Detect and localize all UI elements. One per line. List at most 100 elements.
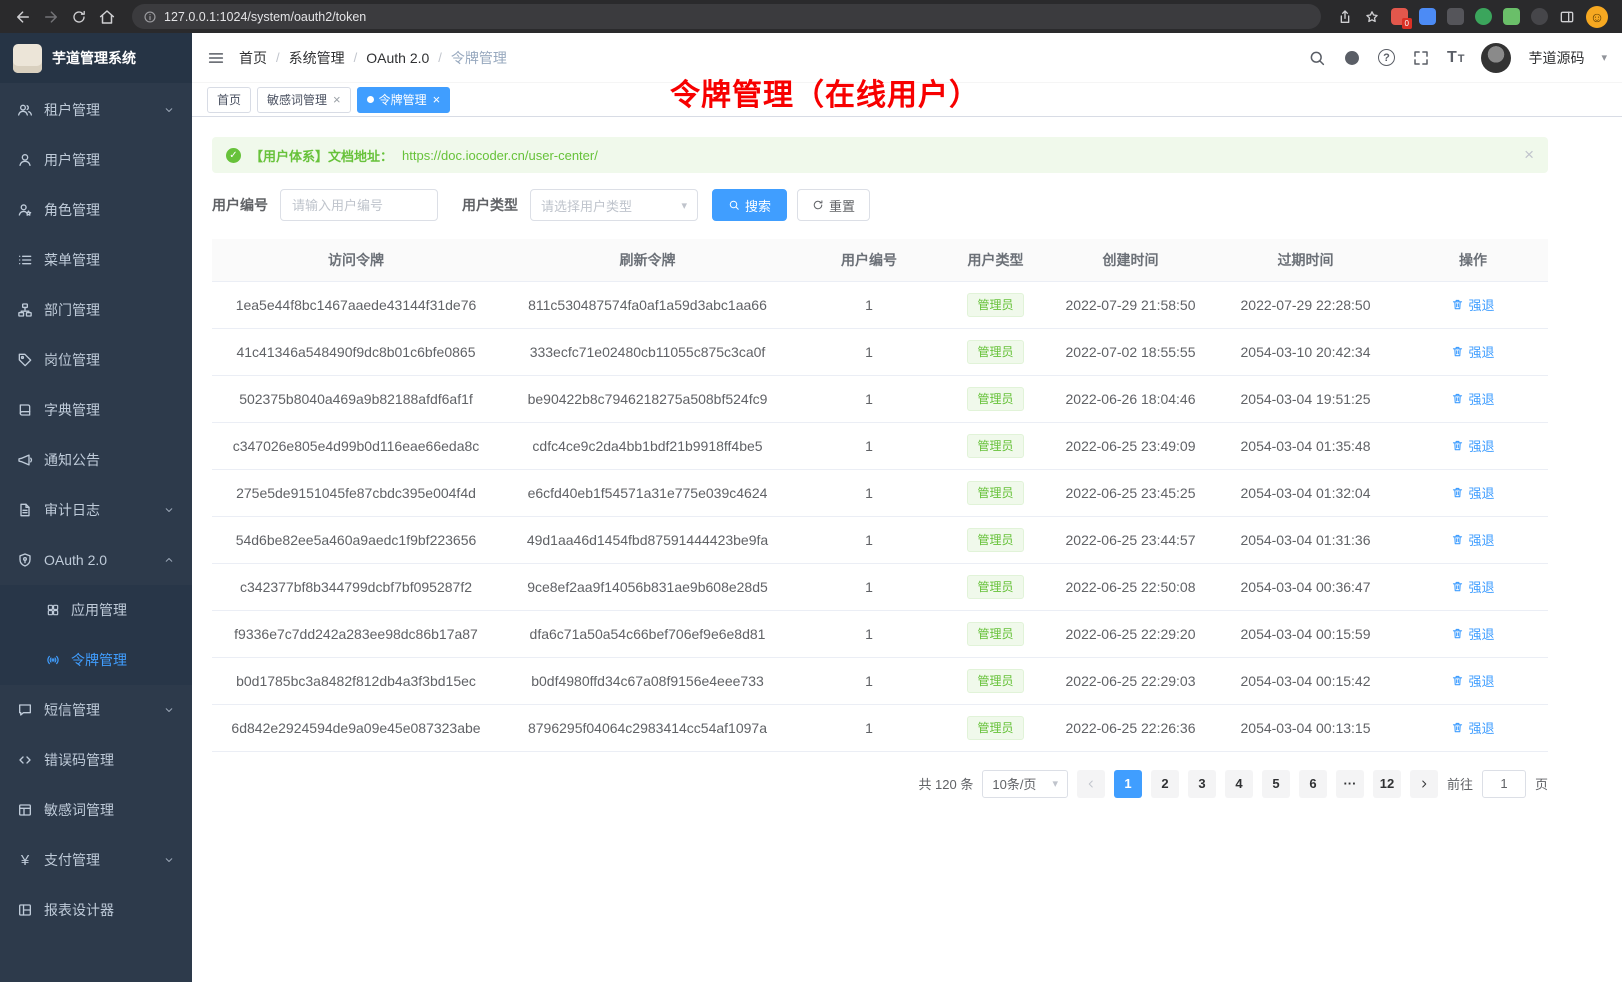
extension-icon[interactable]: 0 (1391, 8, 1408, 25)
sidebar-item-dept[interactable]: 部门管理 (0, 285, 192, 335)
browser-profile-avatar[interactable]: ☺ (1586, 6, 1608, 28)
table-row: c347026e805e4d99b0d116eae66eda8ccdfc4ce9… (212, 422, 1548, 469)
reset-button[interactable]: 重置 (797, 189, 870, 221)
force-logout-button[interactable]: 强退 (1451, 483, 1494, 502)
cell-expires: 2054-03-04 01:31:36 (1213, 516, 1398, 563)
sidebar-item-error-code[interactable]: 错误码管理 (0, 735, 192, 785)
close-icon[interactable]: × (433, 93, 441, 106)
cell-access-token: f9336e7c7dd242a283ee98dc86b17a87 (212, 610, 500, 657)
page-button-2[interactable]: 2 (1151, 770, 1179, 798)
user-avatar[interactable] (1481, 43, 1511, 73)
alert-link[interactable]: https://doc.iocoder.cn/user-center/ (402, 148, 598, 163)
bookmark-star-icon[interactable] (1364, 9, 1380, 25)
extension-icon[interactable] (1475, 8, 1492, 25)
user-type-select[interactable]: 请选择用户类型 ▾ (530, 189, 698, 221)
page-button-1[interactable]: 1 (1114, 770, 1142, 798)
sidebar-item-post[interactable]: 岗位管理 (0, 335, 192, 385)
breadcrumb-separator: / (276, 50, 280, 65)
page-button-6[interactable]: 6 (1299, 770, 1327, 798)
sidebar-item-oauth[interactable]: OAuth 2.0 (0, 535, 192, 585)
cell-actions: 强退 (1398, 375, 1548, 422)
cell-actions: 强退 (1398, 563, 1548, 610)
cell-refresh-token: 9ce8ef2aa9f14056b831ae9b608e28d5 (500, 563, 795, 610)
help-icon[interactable]: ? (1378, 49, 1395, 66)
user-id-input[interactable] (280, 189, 438, 221)
cell-actions: 强退 (1398, 281, 1548, 328)
side-panel-icon[interactable] (1559, 9, 1575, 25)
breadcrumb-item-oauth[interactable]: OAuth 2.0 (366, 50, 429, 66)
goto-page-input[interactable] (1482, 770, 1526, 798)
next-page-button[interactable] (1410, 770, 1438, 798)
screen: 127.0.0.1:1024/system/oauth2/token 0 ☺ 芋… (0, 0, 1622, 982)
sidebar-item-report-designer[interactable]: 报表设计器 (0, 885, 192, 935)
sidebar-collapse-icon[interactable] (207, 49, 225, 67)
sidebar-item-oauth-app[interactable]: 应用管理 (0, 585, 192, 635)
extension-icon[interactable] (1447, 8, 1464, 25)
browser-refresh-icon[interactable] (66, 4, 92, 30)
sidebar-item-audit-log[interactable]: 审计日志 (0, 485, 192, 535)
force-logout-button[interactable]: 强退 (1451, 577, 1494, 596)
share-icon[interactable] (1337, 9, 1353, 25)
breadcrumb-item-home[interactable]: 首页 (239, 48, 267, 68)
tab-home[interactable]: 首页 (207, 87, 251, 113)
github-icon[interactable] (1343, 49, 1361, 67)
close-icon[interactable]: × (333, 93, 341, 106)
chevron-down-icon (163, 104, 175, 116)
cell-user-id: 1 (795, 422, 943, 469)
force-logout-button[interactable]: 强退 (1451, 295, 1494, 314)
page-button-3[interactable]: 3 (1188, 770, 1216, 798)
cell-user-type: 管理员 (943, 469, 1048, 516)
force-logout-button[interactable]: 强退 (1451, 671, 1494, 690)
trash-icon (1451, 392, 1464, 405)
page-size-select[interactable]: 10条/页 ▾ (982, 770, 1068, 798)
browser-home-icon[interactable] (94, 4, 120, 30)
force-logout-button[interactable]: 强退 (1451, 718, 1494, 737)
extension-icon[interactable] (1531, 8, 1548, 25)
cell-expires: 2054-03-04 00:36:47 (1213, 563, 1398, 610)
prev-page-button[interactable] (1077, 770, 1105, 798)
sidebar-item-role[interactable]: 角色管理 (0, 185, 192, 235)
cell-refresh-token: 811c530487574fa0af1a59d3abc1aa66 (500, 281, 795, 328)
browser-forward-icon[interactable] (38, 4, 64, 30)
browser-address-bar[interactable]: 127.0.0.1:1024/system/oauth2/token (132, 4, 1321, 29)
trash-icon (1451, 439, 1464, 452)
sidebar-item-menu[interactable]: 菜单管理 (0, 235, 192, 285)
search-icon[interactable] (1308, 49, 1326, 67)
caret-down-icon[interactable]: ▾ (1601, 51, 1607, 64)
sidebar-item-sms[interactable]: 短信管理 (0, 685, 192, 735)
site-info-icon[interactable] (143, 10, 157, 24)
user-name[interactable]: 芋道源码 (1528, 48, 1584, 68)
font-size-icon[interactable]: TT (1447, 49, 1465, 67)
sidebar-item-oauth-token[interactable]: 令牌管理 (0, 635, 192, 685)
table-row: c342377bf8b344799dcbf7bf095287f29ce8ef2a… (212, 563, 1548, 610)
table-row: 41c41346a548490f9dc8b01c6bfe0865333ecfc7… (212, 328, 1548, 375)
extensions-puzzle-icon[interactable] (1503, 8, 1520, 25)
extension-icon[interactable] (1419, 8, 1436, 25)
force-logout-button[interactable]: 强退 (1451, 436, 1494, 455)
sidebar-item-dict[interactable]: 字典管理 (0, 385, 192, 435)
search-button[interactable]: 搜索 (712, 189, 787, 221)
sidebar-item-notice[interactable]: 通知公告 (0, 435, 192, 485)
cell-user-type: 管理员 (943, 704, 1048, 751)
browser-back-icon[interactable] (10, 4, 36, 30)
force-logout-button[interactable]: 强退 (1451, 624, 1494, 643)
page-button-12[interactable]: 12 (1373, 770, 1401, 798)
force-logout-button[interactable]: 强退 (1451, 342, 1494, 361)
more-pages-button[interactable]: ··· (1336, 770, 1364, 798)
user-type-tag: 管理员 (967, 669, 1023, 693)
force-logout-button[interactable]: 强退 (1451, 530, 1494, 549)
tab-sensitive-words[interactable]: 敏感词管理× (257, 87, 351, 113)
sidebar-item-user[interactable]: 用户管理 (0, 135, 192, 185)
sidebar-item-tenant[interactable]: 租户管理 (0, 85, 192, 135)
fullscreen-icon[interactable] (1412, 49, 1430, 67)
sidebar-item-sensitive-word[interactable]: 敏感词管理 (0, 785, 192, 835)
cell-user-type: 管理员 (943, 328, 1048, 375)
sidebar-item-pay[interactable]: ¥支付管理 (0, 835, 192, 885)
force-logout-button[interactable]: 强退 (1451, 389, 1494, 408)
page-button-5[interactable]: 5 (1262, 770, 1290, 798)
page-button-4[interactable]: 4 (1225, 770, 1253, 798)
alert-close-icon[interactable]: × (1524, 145, 1534, 165)
tab-token[interactable]: 令牌管理× (357, 87, 451, 113)
token-icon (46, 653, 60, 667)
breadcrumb-item-system[interactable]: 系统管理 (289, 48, 345, 68)
